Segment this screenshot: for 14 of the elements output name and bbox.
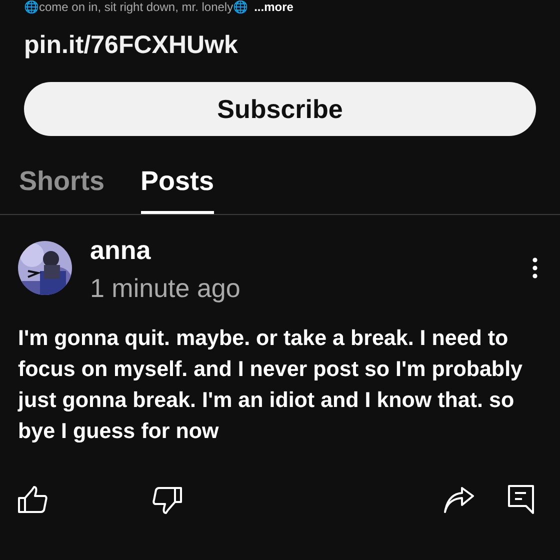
tab[interactable]: Posts: [140, 166, 214, 214]
author-name[interactable]: anna: [90, 235, 151, 265]
post-time: 1 minute ago: [90, 273, 240, 303]
comment-icon[interactable]: [508, 485, 534, 515]
channel-description: 🌐come on in, sit right down, mr. lonely🌐: [24, 0, 248, 14]
tab[interactable]: Shorts: [19, 166, 105, 214]
thumbs-up-icon[interactable]: [18, 486, 48, 514]
channel-link[interactable]: pin.it/76FCXHUwk: [24, 30, 238, 60]
thumbs-down-icon[interactable]: [152, 486, 182, 514]
more-link[interactable]: ...more: [254, 0, 294, 14]
subscribe-button[interactable]: Subscribe: [24, 82, 536, 136]
more-options-icon[interactable]: [532, 257, 538, 279]
share-icon[interactable]: [444, 487, 474, 513]
post-text: I'm gonna quit. maybe. or take a break. I need to focus on myself. and I never post so I'm probably just gonna break. I'm an idiot and I know that. so bye I guess for now: [18, 325, 524, 445]
